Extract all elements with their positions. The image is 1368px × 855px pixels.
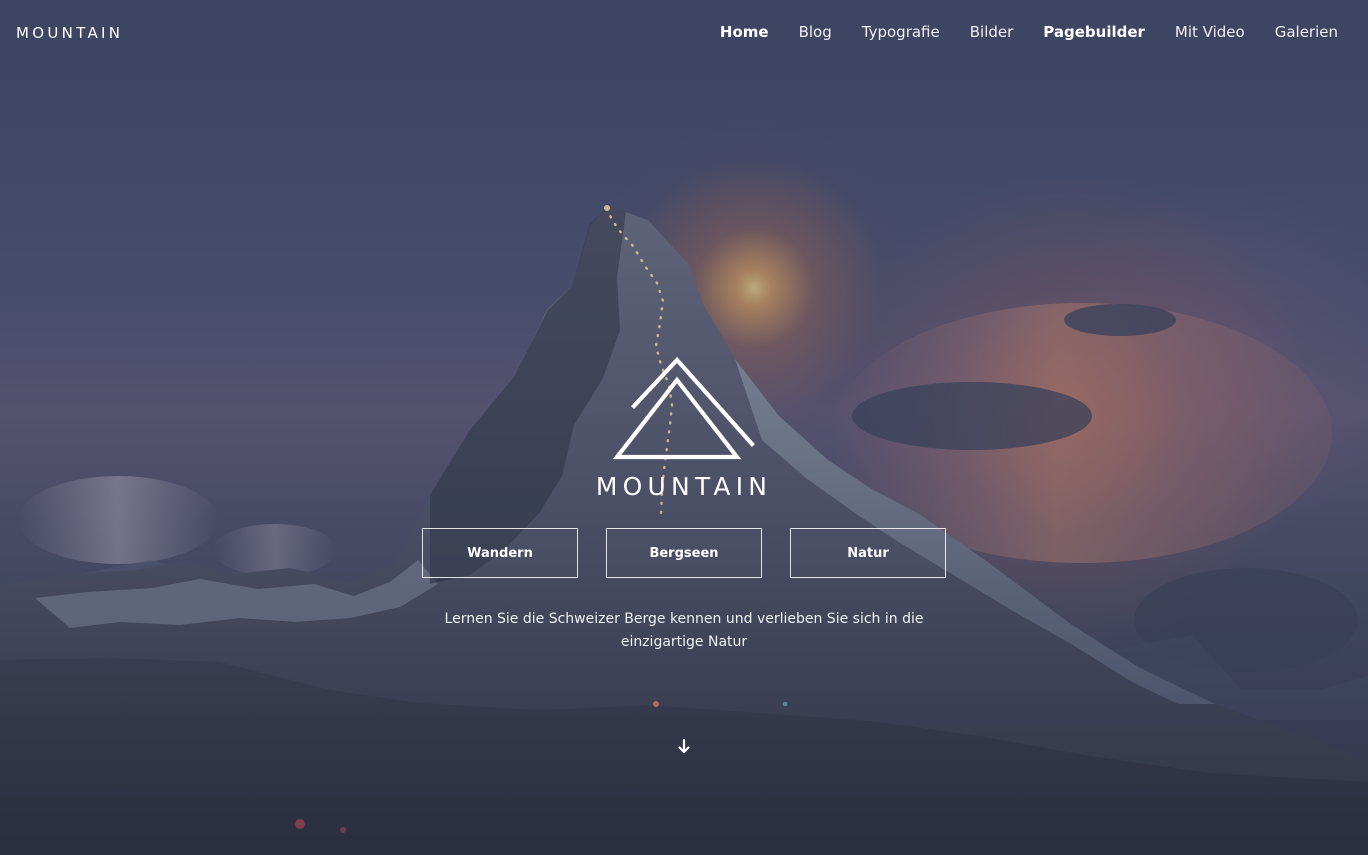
hero-content: MOUNTAIN Wandern Bergseen Natur Lernen S… [0,0,1368,855]
main-nav: Home Blog Typografie Bilder Pagebuilder … [720,21,1338,43]
hero-logo-text: MOUNTAIN [595,472,773,501]
nav-mit-video[interactable]: Mit Video [1175,21,1245,43]
arrow-down-icon[interactable] [676,738,692,756]
hero-tagline: Lernen Sie die Schweizer Berge kennen un… [444,611,924,650]
hero-section: MOUNTAIN Home Blog Typografie Bilder Pag… [0,0,1368,855]
bergseen-button[interactable]: Bergseen [606,528,762,578]
natur-button[interactable]: Natur [790,528,946,578]
top-navigation: MOUNTAIN Home Blog Typografie Bilder Pag… [0,0,1368,64]
nav-home[interactable]: Home [720,21,769,43]
mountain-logo-icon [612,356,755,460]
brand-logo-text[interactable]: MOUNTAIN [16,24,123,42]
nav-pagebuilder[interactable]: Pagebuilder [1043,21,1145,43]
nav-typografie[interactable]: Typografie [862,21,940,43]
nav-blog[interactable]: Blog [799,21,832,43]
nav-galerien[interactable]: Galerien [1275,21,1338,43]
nav-bilder[interactable]: Bilder [970,21,1014,43]
wandern-button[interactable]: Wandern [422,528,578,578]
